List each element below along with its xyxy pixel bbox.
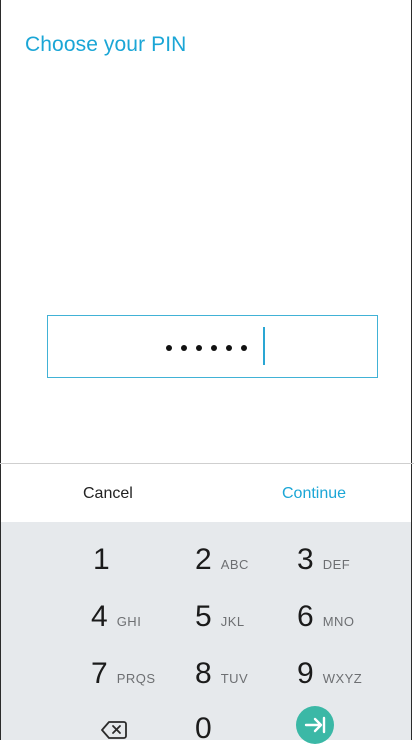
key-digit: 6 — [297, 600, 314, 633]
pin-dot — [181, 345, 187, 351]
enter-icon — [304, 716, 326, 734]
key-6[interactable]: 6 MNO — [297, 600, 355, 634]
key-letters: ABC — [220, 557, 249, 572]
pin-dot — [211, 345, 217, 351]
key-digit: 7 — [91, 657, 108, 690]
key-9[interactable]: 9 WXYZ — [297, 657, 362, 691]
pin-masked-dots — [166, 333, 247, 363]
key-8[interactable]: 8 TUV — [195, 657, 248, 691]
key-0[interactable]: 0 — [195, 712, 212, 746]
continue-button[interactable]: Continue — [282, 485, 346, 503]
text-cursor — [263, 327, 265, 365]
key-digit: 2 — [195, 543, 212, 576]
key-digit: 1 — [93, 543, 110, 576]
pin-dot — [226, 345, 232, 351]
key-digit: 9 — [297, 657, 314, 690]
key-letters: PRQS — [116, 671, 156, 686]
key-digit: 8 — [195, 657, 212, 690]
key-digit: 5 — [195, 600, 212, 633]
key-digit: 3 — [297, 543, 314, 576]
key-digit: 0 — [195, 712, 212, 745]
backspace-icon — [101, 721, 127, 739]
key-letters: WXYZ — [322, 671, 363, 686]
pin-dot — [241, 345, 247, 351]
key-5[interactable]: 5 JKL — [195, 600, 245, 634]
key-3[interactable]: 3 DEF — [297, 543, 350, 577]
backspace-button[interactable] — [101, 720, 127, 740]
key-digit: 4 — [91, 600, 108, 633]
key-letters: MNO — [322, 614, 355, 629]
enter-button[interactable] — [296, 706, 334, 744]
key-letters: DEF — [322, 557, 351, 572]
divider — [0, 463, 414, 464]
key-1[interactable]: 1 — [93, 543, 110, 577]
pin-dot — [166, 345, 172, 351]
pin-dot — [196, 345, 202, 351]
key-7[interactable]: 7 PRQS — [91, 657, 156, 691]
key-letters: TUV — [220, 671, 249, 686]
key-2[interactable]: 2 ABC — [195, 543, 249, 577]
key-letters: JKL — [220, 614, 245, 629]
cancel-button[interactable]: Cancel — [83, 485, 133, 503]
key-letters: GHI — [116, 614, 142, 629]
page-title: Choose your PIN — [25, 33, 187, 56]
key-4[interactable]: 4 GHI — [91, 600, 141, 634]
